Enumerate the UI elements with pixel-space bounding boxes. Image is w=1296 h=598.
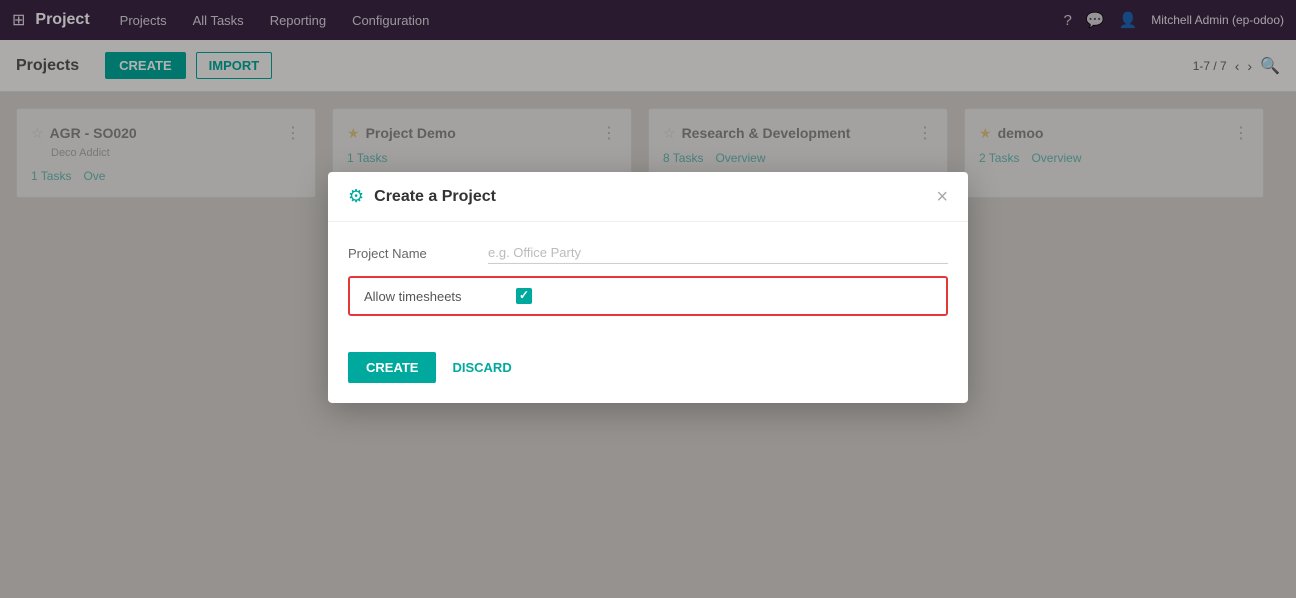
allow-timesheets-box: Allow timesheets	[348, 276, 948, 316]
project-name-row: Project Name	[348, 242, 948, 264]
modal-discard-button[interactable]: DISCARD	[448, 352, 515, 383]
modal-create-button[interactable]: CREATE	[348, 352, 436, 383]
create-project-modal: ⚙ Create a Project × Project Name Allow …	[328, 172, 968, 403]
modal-header-icon: ⚙	[348, 186, 364, 207]
modal-footer: CREATE DISCARD	[328, 342, 968, 403]
allow-timesheets-checkbox[interactable]	[516, 288, 532, 304]
project-name-input[interactable]	[488, 242, 948, 264]
modal-header: ⚙ Create a Project ×	[328, 172, 968, 222]
modal-close-button[interactable]: ×	[936, 186, 948, 206]
allow-timesheets-label: Allow timesheets	[364, 288, 504, 303]
modal-body: Project Name Allow timesheets	[328, 222, 968, 342]
modal-title: Create a Project	[374, 187, 936, 205]
project-name-label: Project Name	[348, 245, 488, 260]
